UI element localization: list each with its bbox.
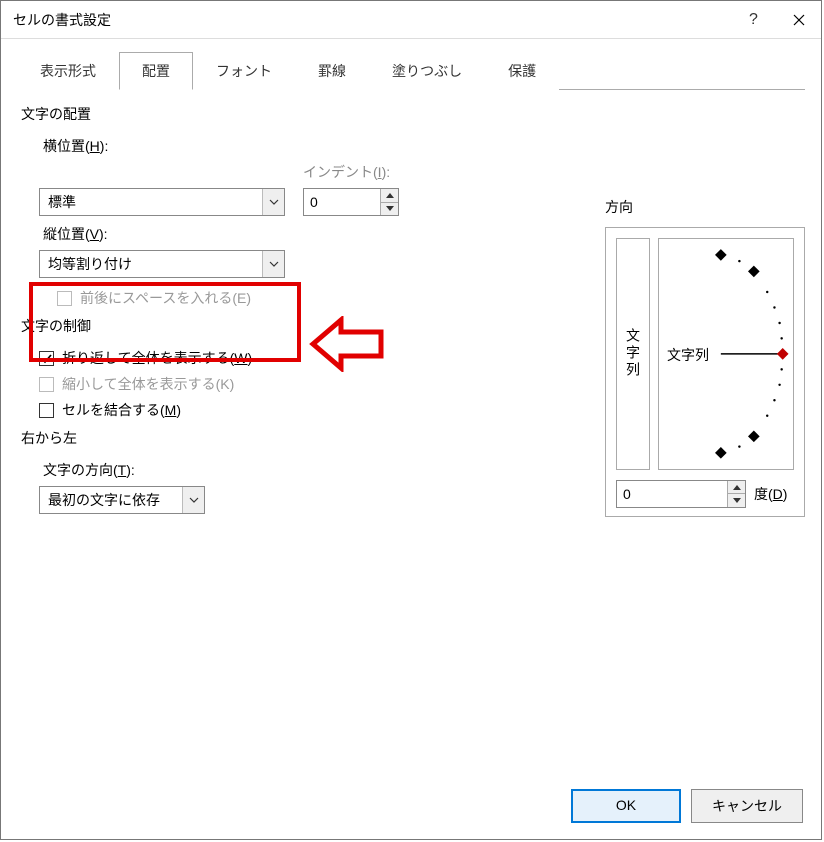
check-wrap-text-label: 折り返して全体を表示する(W) xyxy=(62,348,252,368)
orientation-dial-text: 文字列 xyxy=(667,345,709,365)
combo-vertical-button[interactable] xyxy=(262,251,284,277)
check-wrap-text[interactable]: 折り返して全体を表示する(W) xyxy=(39,348,581,368)
label-degrees: 度(D) xyxy=(754,484,787,504)
chevron-down-icon xyxy=(386,206,394,211)
combo-vertical-value: 均等割り付け xyxy=(40,254,262,274)
accelerator-t: T xyxy=(118,462,127,478)
chevron-down-icon xyxy=(733,498,741,503)
dialog-content: 文字の配置 横位置(H): 標準 インデント(I): xyxy=(1,90,821,773)
cancel-button[interactable]: キャンセル xyxy=(691,789,803,823)
label-vertical: 縦位置(V): xyxy=(43,224,581,244)
chevron-down-icon xyxy=(189,497,199,503)
title-bar: セルの書式設定 ? xyxy=(1,1,821,39)
spinner-indent[interactable]: 0 xyxy=(303,188,399,216)
chevron-down-icon xyxy=(269,261,279,267)
help-button[interactable]: ? xyxy=(731,1,776,38)
label-horizontal: 横位置(H): xyxy=(43,136,581,156)
window-controls: ? xyxy=(731,1,821,38)
check-space-around-label: 前後にスペースを入れる(E) xyxy=(80,288,251,308)
combo-text-direction-button[interactable] xyxy=(182,487,204,513)
tab-fill[interactable]: 塗りつぶし xyxy=(369,52,485,90)
combo-vertical[interactable]: 均等割り付け xyxy=(39,250,285,278)
orientation-panel: 方向 文字列 文字列 xyxy=(605,197,805,517)
label-text-direction: 文字の方向(T): xyxy=(43,460,581,480)
section-text-alignment: 文字の配置 xyxy=(21,104,581,124)
ok-button[interactable]: OK xyxy=(571,789,681,823)
check-space-around: 前後にスペースを入れる(E) xyxy=(57,288,581,308)
section-right-to-left: 右から左 xyxy=(21,428,581,448)
check-merge-cells[interactable]: セルを結合する(M) xyxy=(39,400,581,420)
chevron-down-icon xyxy=(269,199,279,205)
spinner-indent-down[interactable] xyxy=(381,203,398,216)
combo-horizontal[interactable]: 標準 xyxy=(39,188,285,216)
spinner-degrees-value: 0 xyxy=(617,481,727,507)
combo-horizontal-value: 標準 xyxy=(40,192,262,212)
dialog-button-row: OK キャンセル xyxy=(1,773,821,839)
combo-text-direction[interactable]: 最初の文字に依存 xyxy=(39,486,205,514)
accelerator-v: V xyxy=(90,226,99,242)
close-button[interactable] xyxy=(776,1,821,38)
section-text-control: 文字の制御 xyxy=(21,316,581,336)
close-icon xyxy=(793,14,805,26)
checkbox-box xyxy=(39,403,54,418)
checkbox-box xyxy=(57,291,72,306)
orientation-vertical-text: 文字列 xyxy=(623,328,643,379)
orientation-title: 方向 xyxy=(605,197,805,217)
checkbox-box xyxy=(39,351,54,366)
checkbox-box xyxy=(39,377,54,392)
combo-horizontal-button[interactable] xyxy=(262,189,284,215)
tab-alignment[interactable]: 配置 xyxy=(119,52,193,90)
check-shrink-label: 縮小して全体を表示する(K) xyxy=(62,374,234,394)
orientation-dial[interactable]: 文字列 xyxy=(658,238,794,470)
accelerator-i: I xyxy=(378,164,382,180)
spinner-indent-up[interactable] xyxy=(381,189,398,203)
tab-number[interactable]: 表示形式 xyxy=(17,52,119,90)
tab-protection[interactable]: 保護 xyxy=(485,52,559,90)
chevron-up-icon xyxy=(733,485,741,490)
spinner-degrees-down[interactable] xyxy=(728,494,745,507)
spinner-degrees[interactable]: 0 xyxy=(616,480,746,508)
accelerator-h: H xyxy=(90,138,100,154)
format-cells-dialog: セルの書式設定 ? 表示形式 配置 フォント 罫線 塗りつぶし 保護 文字の配置… xyxy=(0,0,822,840)
check-shrink-to-fit: 縮小して全体を表示する(K) xyxy=(39,374,581,394)
chevron-up-icon xyxy=(386,193,394,198)
spinner-degrees-up[interactable] xyxy=(728,481,745,495)
window-title: セルの書式設定 xyxy=(13,10,111,30)
tab-strip: 表示形式 配置 フォント 罫線 塗りつぶし 保護 xyxy=(17,51,805,90)
check-merge-label: セルを結合する(M) xyxy=(62,400,181,420)
tab-font[interactable]: フォント xyxy=(193,52,295,90)
label-indent: インデント(I): xyxy=(303,162,399,182)
orientation-vertical-text-button[interactable]: 文字列 xyxy=(616,238,650,470)
tab-border[interactable]: 罫線 xyxy=(295,52,369,90)
checkmark-icon xyxy=(41,353,52,364)
spinner-indent-value: 0 xyxy=(304,189,380,215)
combo-text-direction-value: 最初の文字に依存 xyxy=(40,490,182,510)
